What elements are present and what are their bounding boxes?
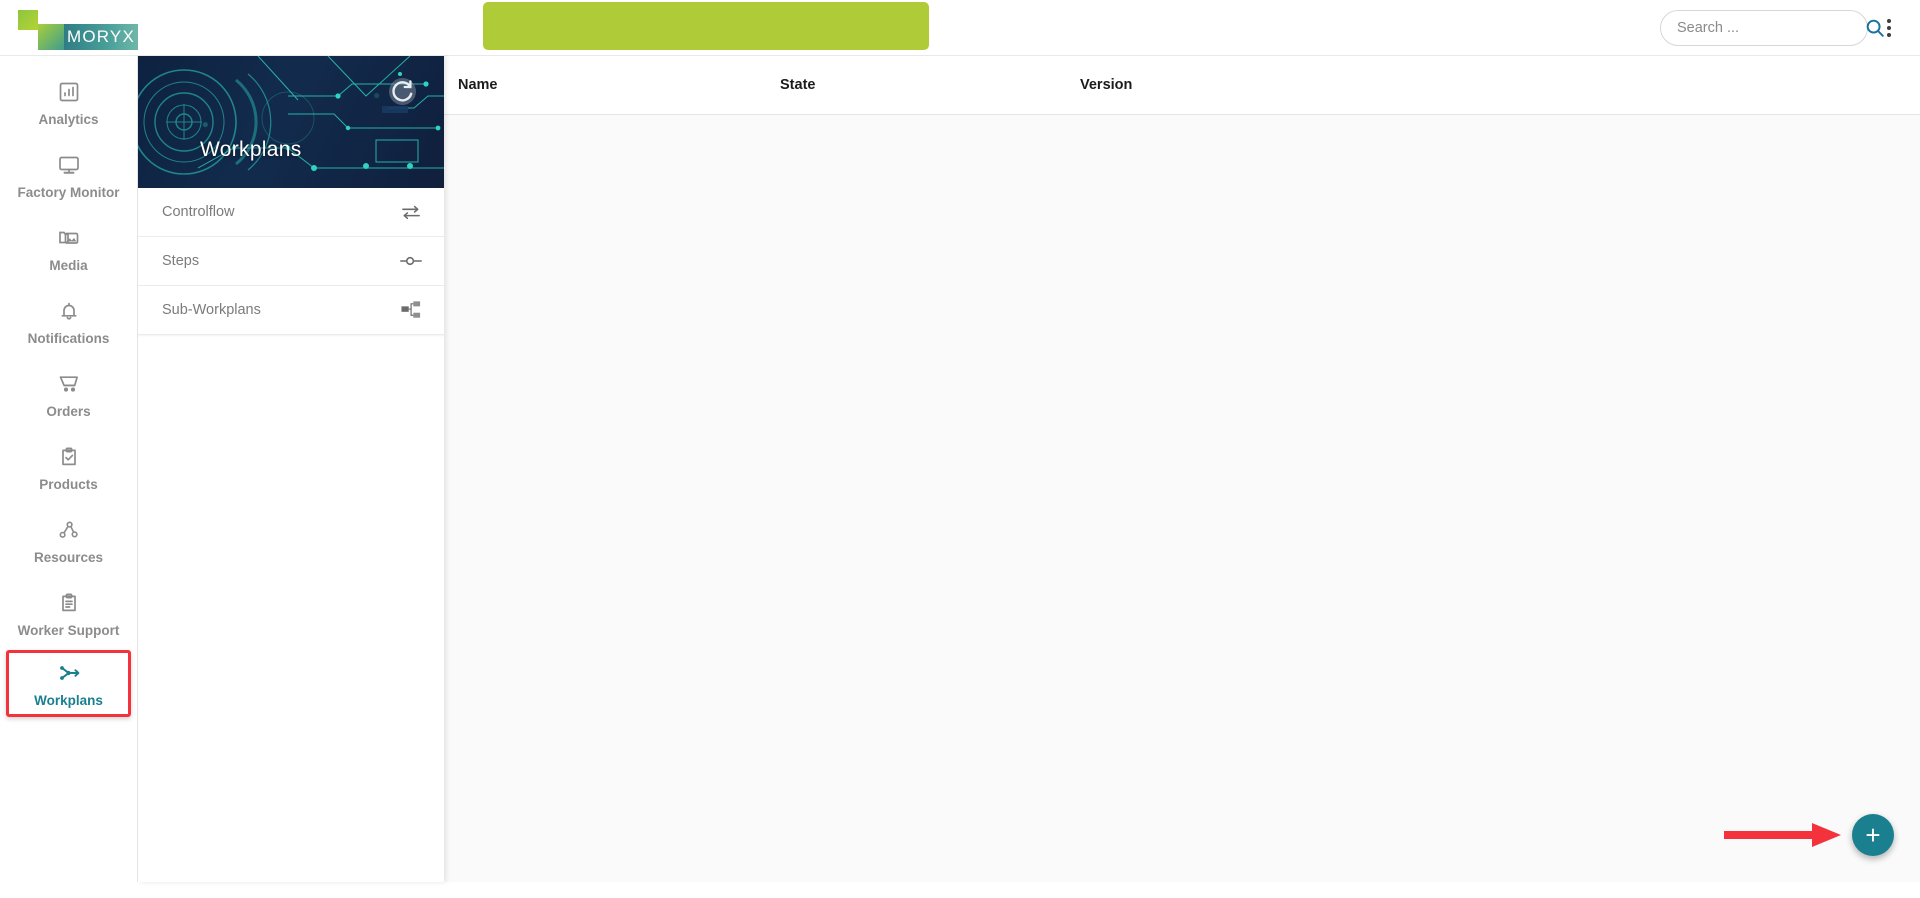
- sidebar-item-label: Media: [49, 257, 88, 273]
- sidebar-item-factory-monitor[interactable]: Factory Monitor: [0, 139, 137, 212]
- content-area: Name State Version +: [444, 55, 1920, 882]
- sidebar-item-label: Products: [39, 476, 98, 492]
- panel-item-label: Sub-Workplans: [162, 302, 261, 318]
- sidebar-item-workplans[interactable]: Workplans: [6, 650, 131, 717]
- sidebar-item-label: Factory Monitor: [17, 184, 120, 200]
- top-bar-actions: [1660, 9, 1920, 46]
- sidebar-item-label: Notifications: [27, 330, 110, 346]
- panel-item-label: Steps: [162, 253, 200, 269]
- logo-container[interactable]: MORYX: [0, 6, 170, 50]
- panel-item-label: Controlflow: [162, 204, 235, 220]
- bell-icon: [56, 298, 82, 324]
- logo-square-light-icon: [18, 9, 38, 30]
- search-box[interactable]: [1660, 9, 1884, 46]
- logo-text: MORYX: [66, 26, 136, 46]
- panel-title: Workplans: [200, 138, 302, 161]
- kebab-menu-icon[interactable]: [1872, 11, 1906, 45]
- sidebar-item-products[interactable]: Products: [0, 431, 137, 504]
- sidebar-item-label: Resources: [33, 549, 104, 565]
- workplans-panel: Workplans Controlflow Steps Sub-Workplan…: [138, 55, 444, 882]
- step-node-icon: [398, 250, 424, 272]
- sidebar-item-worker-support[interactable]: Worker Support: [0, 577, 137, 650]
- media-folder-icon: [56, 225, 82, 251]
- panel-item-steps[interactable]: Steps: [138, 237, 444, 286]
- circuit-graphic: [138, 56, 444, 175]
- sidebar-item-label: Worker Support: [17, 622, 120, 638]
- monitor-icon: [56, 152, 82, 178]
- sidebar-item-label: Analytics: [38, 111, 99, 127]
- column-header-state[interactable]: State: [780, 77, 1080, 93]
- sidebar-item-media[interactable]: Media: [0, 212, 137, 285]
- sidebar-item-analytics[interactable]: Analytics: [0, 66, 137, 139]
- chart-bar-icon: [56, 79, 82, 105]
- refresh-icon[interactable]: [389, 78, 416, 105]
- workflow-icon: [56, 660, 82, 686]
- column-header-version[interactable]: Version: [1080, 77, 1380, 93]
- green-banner: [483, 2, 929, 50]
- search-input[interactable]: [1677, 19, 1864, 36]
- nodes-gear-icon: [56, 517, 82, 543]
- logo-square-gradient-icon: [38, 23, 64, 50]
- sidebar-item-orders[interactable]: Orders: [0, 358, 137, 431]
- main-body: Analytics Factory Monitor Media Notifica…: [0, 55, 1920, 882]
- logo-wordmark-bar: MORYX: [64, 23, 138, 50]
- sitemap-icon: [398, 299, 424, 321]
- cart-icon: [56, 371, 82, 397]
- bottom-strip: [0, 882, 1920, 898]
- sidebar-item-resources[interactable]: Resources: [0, 504, 137, 577]
- clipboard-check-icon: [56, 444, 82, 470]
- sidebar-navigation: Analytics Factory Monitor Media Notifica…: [0, 55, 138, 882]
- exchange-arrows-icon: [398, 201, 424, 223]
- panel-item-controlflow[interactable]: Controlflow: [138, 188, 444, 237]
- top-bar: MORYX: [0, 0, 1920, 55]
- table-body-empty: [444, 115, 1920, 882]
- panel-banner-image: Workplans: [138, 56, 444, 188]
- add-workplan-button[interactable]: +: [1852, 814, 1894, 856]
- column-header-name[interactable]: Name: [458, 77, 780, 93]
- panel-item-sub-workplans[interactable]: Sub-Workplans: [138, 286, 444, 335]
- plus-icon: +: [1865, 820, 1881, 850]
- sidebar-item-notifications[interactable]: Notifications: [0, 285, 137, 358]
- application-window: MORYX Search ... Analytics Factory Monit…: [0, 0, 1920, 898]
- table-header-row: Name State Version: [444, 55, 1920, 115]
- sidebar-item-label: Orders: [46, 403, 91, 419]
- panel-empty-area: [138, 335, 444, 882]
- clipboard-list-icon: [56, 590, 82, 616]
- moryx-logo: MORYX: [18, 6, 138, 50]
- sidebar-item-label: Workplans: [34, 692, 103, 708]
